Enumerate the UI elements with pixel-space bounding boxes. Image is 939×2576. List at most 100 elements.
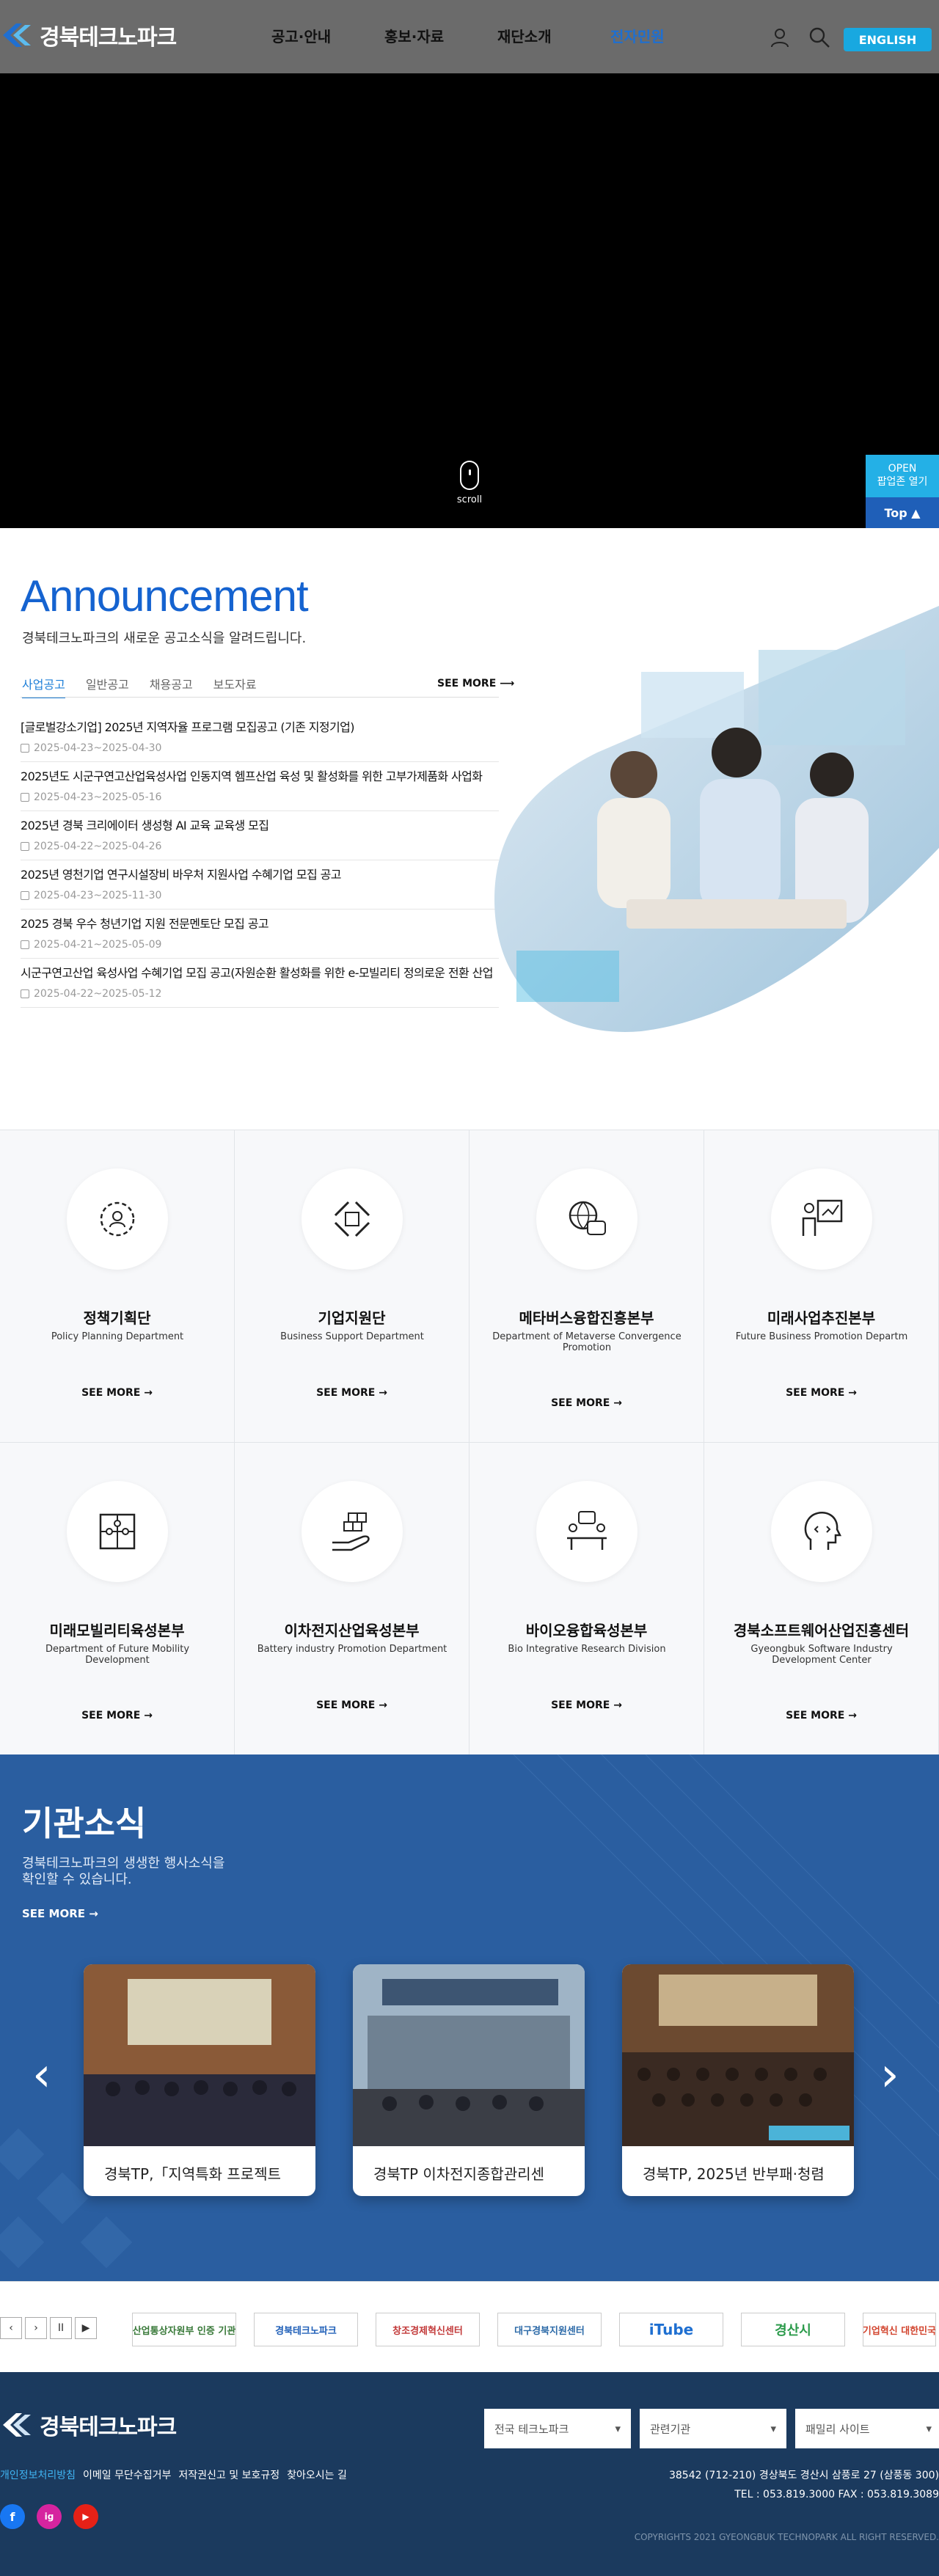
footer-selects: 전국 테크노파크 ▾ 관련기관 ▾ 패밀리 사이트 ▾: [484, 2409, 939, 2448]
dept-see-more[interactable]: SEE MORE →: [704, 1710, 938, 1721]
dept-see-more[interactable]: SEE MORE →: [0, 1710, 234, 1721]
news-see-more[interactable]: SEE MORE →: [22, 1907, 98, 1920]
see-more-label: SEE MORE: [551, 1699, 610, 1711]
list-item[interactable]: 2025년도 시군구연고산업육성사업 인동지역 헴프산업 육성 및 활성화를 위…: [21, 762, 499, 811]
technopark-select[interactable]: 전국 테크노파크 ▾: [484, 2409, 631, 2448]
dept-card[interactable]: 경북소프트웨어산업진흥센터 Gyeongbuk Software Industr…: [704, 1443, 939, 1755]
banner-logo[interactable]: 창조경제혁신센터: [376, 2313, 480, 2346]
see-more-label: SEE MORE: [81, 1387, 141, 1399]
dept-en: Business Support Department: [280, 1331, 424, 1342]
list-item[interactable]: 시군구연고산업 육성사업 수혜기업 모집 공고(자원순환 활성화를 위한 e-모…: [21, 959, 499, 1008]
dept-card[interactable]: 미래사업추진본부 Future Business Promotion Depar…: [704, 1130, 939, 1443]
dept-name: 정책기획단: [83, 1309, 151, 1327]
related-org-select[interactable]: 관련기관 ▾: [640, 2409, 786, 2448]
scroll-indicator[interactable]: scroll: [455, 461, 484, 505]
tab-recruit[interactable]: 채용공고: [150, 675, 193, 698]
divider: [21, 697, 499, 698]
tab-general[interactable]: 일반공고: [86, 675, 129, 698]
dept-card[interactable]: 미래모빌리티육성본부 Department of Future Mobility…: [0, 1443, 235, 1755]
dept-en: Gyeongbuk Software Industry Development …: [750, 1644, 893, 1666]
user-icon[interactable]: [769, 26, 791, 48]
dept-name: 메타버스융합진흥본부: [519, 1309, 654, 1327]
english-button[interactable]: ENGLISH: [844, 28, 932, 51]
contact-text: TEL : 053.819.3000 FAX : 053.819.3089: [734, 2489, 939, 2500]
facebook-icon[interactable]: f: [0, 2504, 25, 2529]
news-card[interactable]: 경북TP, 2025년 반부패·청렴: [622, 1964, 854, 2196]
dept-see-more[interactable]: SEE MORE →: [235, 1699, 469, 1711]
dept-see-more[interactable]: SEE MORE →: [0, 1387, 234, 1399]
top-button[interactable]: Top ▲: [866, 497, 939, 528]
copyright-policy-link[interactable]: 저작권신고 및 보호규정: [178, 2467, 279, 2482]
banner-roll: ‹ › II ▶ 산업통상자원부 인증 기관 경북테크노파크 창조경제혁신센터 …: [0, 2281, 939, 2372]
dept-see-more[interactable]: SEE MORE →: [704, 1387, 938, 1399]
email-policy-link[interactable]: 이메일 무단수집거부: [83, 2467, 171, 2482]
dept-see-more[interactable]: SEE MORE →: [470, 1397, 704, 1409]
news-card[interactable]: 경북TP,「지역특화 프로젝트: [84, 1964, 315, 2196]
banner-logo[interactable]: iTube: [619, 2313, 723, 2346]
dept-name: 기업지원단: [318, 1309, 386, 1327]
dept-en: Department of Future Mobility Developmen…: [45, 1644, 190, 1666]
banner-play-button[interactable]: ▶: [75, 2317, 97, 2339]
dept-name: 이차전지산업육성본부: [284, 1622, 420, 1639]
carousel-next-button[interactable]: ›: [880, 2048, 899, 2102]
tab-press[interactable]: 보도자료: [213, 675, 257, 698]
instagram-icon[interactable]: ig: [37, 2504, 62, 2529]
dept-card[interactable]: 메타버스융합진흥본부 Department of Metaverse Conve…: [470, 1130, 704, 1443]
item-title: 2025 경북 우수 청년기업 지원 전문멘토단 모집 공고: [21, 917, 269, 931]
banner-logo[interactable]: 기업혁신 대한민국: [863, 2313, 936, 2346]
banner-logo[interactable]: 경북테크노파크: [254, 2313, 358, 2346]
list-item[interactable]: 2025년 경북 크리에이터 생성형 AI 교육 교육생 모집 2025-04-…: [21, 811, 499, 860]
scroll-label: scroll: [456, 494, 483, 505]
dept-see-more[interactable]: SEE MORE →: [470, 1699, 704, 1711]
puzzle-icon: [67, 1481, 168, 1582]
nav-pr[interactable]: 홍보·자료: [384, 25, 497, 46]
list-item[interactable]: 2025년 영천기업 연구시설장비 바우처 지원사업 수혜기업 모집 공고 20…: [21, 860, 499, 910]
banner-next-button[interactable]: ›: [25, 2317, 47, 2339]
banner-prev-button[interactable]: ‹: [0, 2317, 22, 2339]
directions-link[interactable]: 찾아오시는 길: [287, 2467, 347, 2482]
item-title: 2025년 경북 크리에이터 생성형 AI 교육 교육생 모집: [21, 819, 269, 833]
select-value: 패밀리 사이트: [805, 2422, 870, 2436]
banner-logo[interactable]: 산업통상자원부 인증 기관: [132, 2313, 236, 2346]
news-card[interactable]: 경북TP 이차전지종합관리센: [353, 1964, 585, 2196]
nav-notice[interactable]: 공고·안내: [271, 25, 384, 46]
family-site-select[interactable]: 패밀리 사이트 ▾: [795, 2409, 939, 2448]
carousel-prev-button[interactable]: ‹: [32, 2048, 51, 2102]
dept-en: Policy Planning Department: [51, 1331, 184, 1342]
logo-mark-icon: [3, 2413, 31, 2437]
item-title: [글로벌강소기업] 2025년 지역자율 프로그램 모집공고 (기존 지정기업): [21, 720, 355, 734]
nav-about[interactable]: 재단소개: [497, 25, 610, 46]
arrow-right-icon: →: [144, 1387, 153, 1399]
search-icon[interactable]: [808, 26, 830, 48]
dept-name: 미래사업추진본부: [767, 1309, 876, 1327]
dept-see-more[interactable]: SEE MORE →: [235, 1387, 469, 1399]
tab-business[interactable]: 사업공고: [22, 675, 65, 698]
dept-en: Battery industry Promotion Department: [257, 1644, 447, 1655]
announcement-title: Announcement: [21, 571, 309, 621]
logo-mark-icon: [3, 23, 31, 47]
banner-pause-button[interactable]: II: [50, 2317, 72, 2339]
arrow-right-icon: →: [613, 1699, 622, 1711]
footer-logo[interactable]: 경북테크노파크: [0, 2409, 177, 2441]
dept-card[interactable]: 이차전지산업육성본부 Battery industry Promotion De…: [235, 1443, 470, 1755]
list-item[interactable]: 2025 경북 우수 청년기업 지원 전문멘토단 모집 공고 2025-04-2…: [21, 910, 499, 959]
banner-logo[interactable]: 대구경북지원센터: [497, 2313, 602, 2346]
popup-open-button[interactable]: OPEN 팝업존 열기: [866, 455, 939, 497]
arrow-right-icon: →: [144, 1710, 153, 1721]
dept-card[interactable]: 정책기획단 Policy Planning Department SEE MOR…: [0, 1130, 235, 1443]
news-card-title: 경북TP,「지역특화 프로젝트: [104, 2165, 281, 2183]
item-title: 2025년 영천기업 연구시설장비 바우처 지원사업 수혜기업 모집 공고: [21, 868, 341, 882]
nav-eservice[interactable]: 전자민원: [610, 25, 723, 46]
privacy-link[interactable]: 개인정보처리방침: [0, 2467, 76, 2482]
youtube-icon[interactable]: ▶: [73, 2504, 98, 2529]
site-logo[interactable]: 경북테크노파크: [0, 19, 177, 51]
caret-down-icon: ▾: [926, 2422, 932, 2435]
item-date-text: 2025-04-23~2025-11-30: [34, 890, 162, 901]
item-title: 시군구연고산업 육성사업 수혜기업 모집 공고(자원순환 활성화를 위한 e-모…: [21, 966, 493, 980]
dept-card[interactable]: 기업지원단 Business Support Department SEE MO…: [235, 1130, 470, 1443]
gear-people-icon: [67, 1168, 168, 1270]
list-item[interactable]: [글로벌강소기업] 2025년 지역자율 프로그램 모집공고 (기존 지정기업)…: [21, 713, 499, 762]
banner-logo[interactable]: 경산시: [741, 2313, 845, 2346]
dept-card[interactable]: 바이오융합육성본부 Bio Integrative Research Divis…: [470, 1443, 704, 1755]
see-more-label: SEE MORE: [551, 1397, 610, 1409]
